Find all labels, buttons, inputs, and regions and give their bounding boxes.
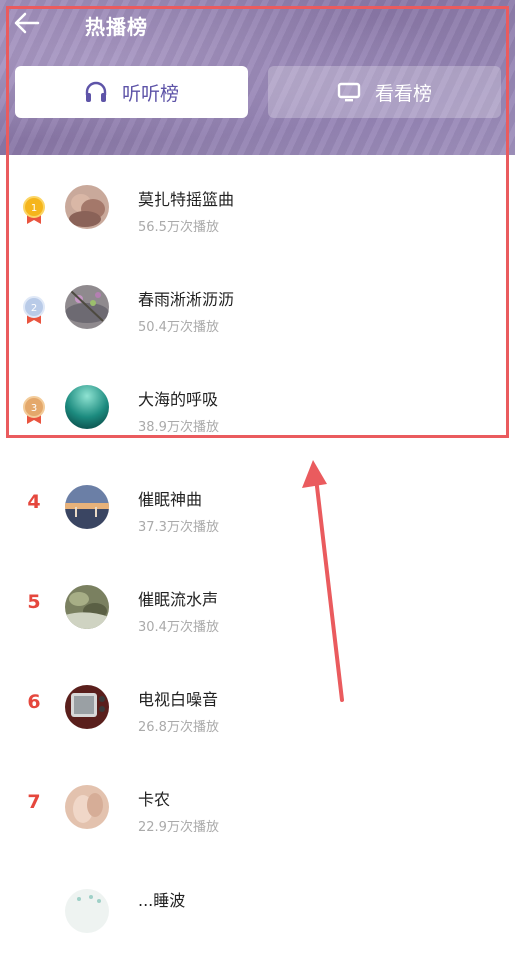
svg-text:3: 3 <box>31 403 37 414</box>
tab-watch-chart[interactable]: 看看榜 <box>268 66 501 118</box>
rank-number: 4 <box>27 491 41 513</box>
play-count: 38.9万次播放 <box>138 420 219 435</box>
list-item[interactable]: 6 电视白噪音 26.8万次播放 <box>0 655 515 755</box>
avatar <box>65 685 109 729</box>
rank-number: 7 <box>27 791 41 813</box>
song-title: 春雨淅淅沥沥 <box>138 290 235 309</box>
arrow-left-icon[interactable] <box>12 10 42 36</box>
list-item[interactable]: 4 催眠神曲 37.3万次播放 <box>0 455 515 555</box>
list-item[interactable]: 1 莫扎特摇篮曲 56.5万次播放 <box>0 155 515 255</box>
avatar <box>65 889 109 933</box>
gold-medal-icon: 1 <box>23 196 45 224</box>
song-title: 催眠神曲 <box>138 490 203 509</box>
song-title: 电视白噪音 <box>138 690 219 709</box>
silver-medal-icon: 2 <box>23 296 45 324</box>
tab-listen-chart[interactable]: 听听榜 <box>15 66 248 118</box>
page-title: 热播榜 <box>85 15 148 39</box>
header-banner: 热播榜 听听榜 看看榜 <box>0 0 515 155</box>
headphones-icon <box>85 81 107 102</box>
avatar <box>65 185 109 229</box>
list-item[interactable]: 3 大海的呼吸 38.9万次播放 <box>0 355 515 455</box>
list-item[interactable]: 2 春雨淅淅沥沥 50.4万次播放 <box>0 255 515 355</box>
play-count: 26.8万次播放 <box>138 720 219 735</box>
song-title: 卡农 <box>138 790 171 809</box>
avatar <box>65 585 109 629</box>
list-item[interactable]: 5 催眠流水声 30.4万次播放 <box>0 555 515 655</box>
play-count: 50.4万次播放 <box>138 320 219 335</box>
tab-listen-label: 听听榜 <box>121 82 179 105</box>
avatar <box>65 485 109 529</box>
bronze-medal-icon: 3 <box>23 396 45 424</box>
rank-number: 5 <box>27 591 41 613</box>
avatar <box>65 385 109 429</box>
list-item[interactable]: 7 卡农 22.9万次播放 <box>0 755 515 855</box>
svg-text:2: 2 <box>31 303 37 314</box>
svg-text:1: 1 <box>31 203 37 214</box>
avatar <box>65 285 109 329</box>
play-count: 22.9万次播放 <box>138 820 219 835</box>
rank-number: 6 <box>27 691 41 713</box>
play-count: 30.4万次播放 <box>138 620 219 635</box>
tab-watch-label: 看看榜 <box>374 82 432 105</box>
song-title: ...睡波 <box>138 891 186 910</box>
monitor-icon <box>337 82 361 102</box>
song-title: 大海的呼吸 <box>138 390 219 409</box>
song-title: 催眠流水声 <box>138 590 219 609</box>
song-title: 莫扎特摇篮曲 <box>138 190 235 209</box>
play-count: 37.3万次播放 <box>138 520 219 535</box>
play-count: 56.5万次播放 <box>138 220 219 235</box>
avatar <box>65 785 109 829</box>
list-item[interactable]: ...睡波 <box>0 855 515 955</box>
